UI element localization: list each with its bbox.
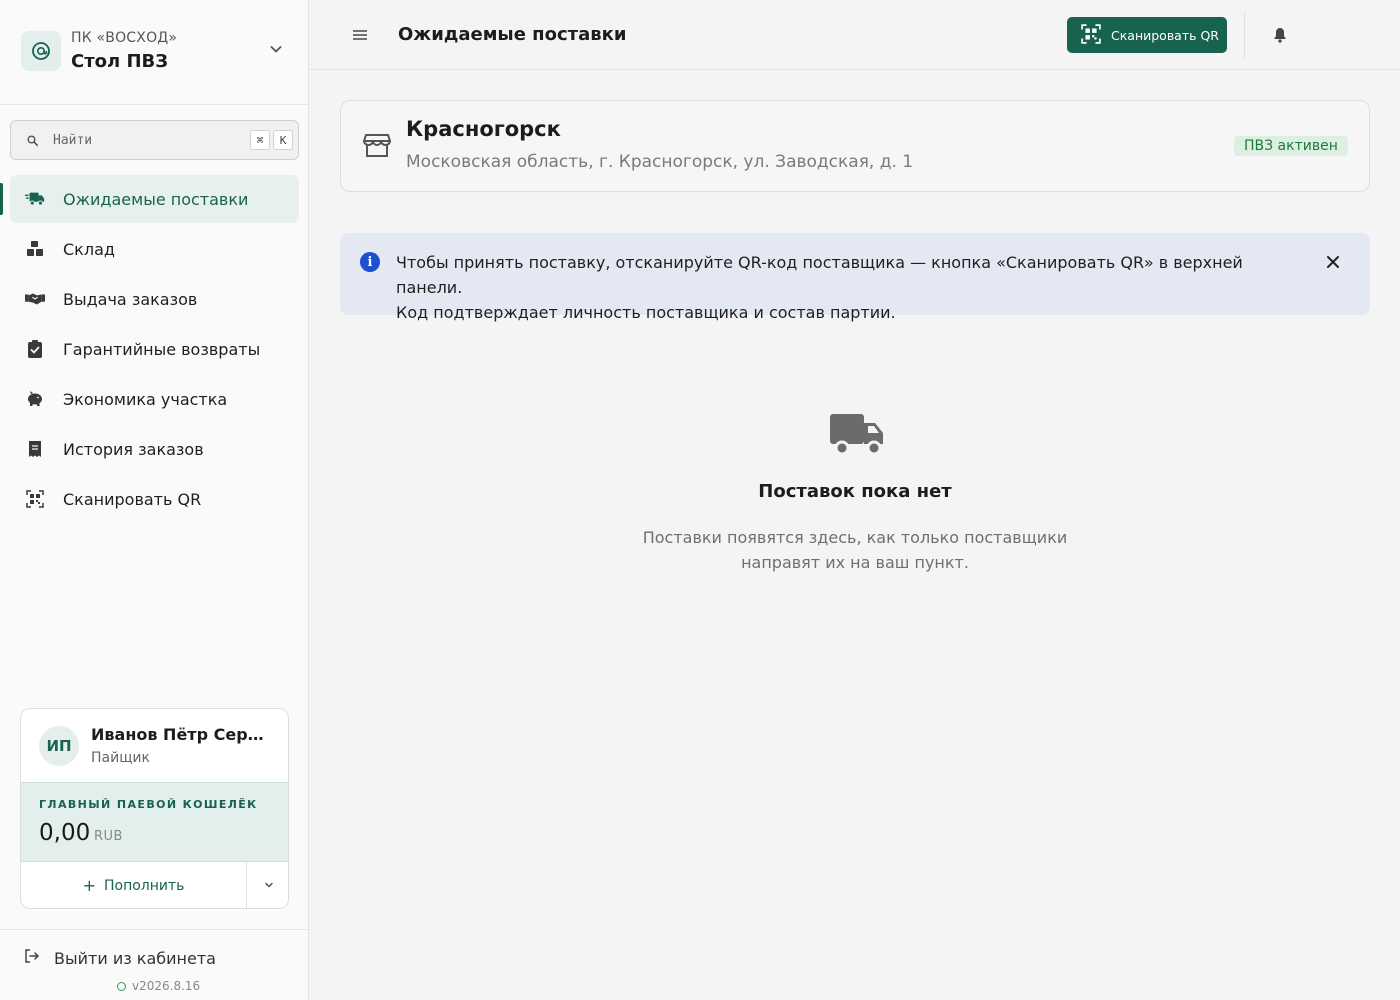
sidebar-item-label: Ожидаемые поставки	[63, 189, 249, 209]
status-badge: ПВЗ активен	[1234, 136, 1348, 156]
empty-state-title: Поставок пока нет	[758, 481, 952, 502]
location-address: Московская область, г. Красногорск, ул. …	[406, 152, 914, 172]
store-icon	[363, 131, 391, 159]
brand-switcher[interactable]: ПК «ВОСХОД» Стол ПВЗ	[0, 0, 308, 105]
qr-scan-icon	[1081, 23, 1101, 47]
shortcut-key: K	[273, 130, 293, 150]
topbar: Ожидаемые поставки Сканировать QR	[309, 0, 1400, 70]
search-box[interactable]: ⌘ K	[10, 120, 299, 160]
topup-label: Пополнить	[103, 877, 185, 894]
organization-name: ПК «ВОСХОД»	[71, 30, 178, 46]
user-card: ИП Иванов Пётр Сергеевич Пайщик ГЛАВНЫЙ …	[20, 708, 289, 909]
truck-icon	[828, 410, 888, 458]
sidebar-item-expected-deliveries[interactable]: Ожидаемые поставки	[0, 175, 299, 223]
sidebar-item-warranty-returns[interactable]: Гарантийные возвраты	[10, 325, 299, 373]
sidebar-footer: Выйти из кабинета v2026.8.16	[0, 929, 308, 1000]
sidebar-item-label: Гарантийные возвраты	[63, 339, 261, 359]
sidebar-item-warehouse[interactable]: Склад	[10, 225, 299, 273]
wallet-panel: ГЛАВНЫЙ ПАЕВОЙ КОШЕЛЁК 0,00 RUB	[21, 782, 288, 862]
topup-button[interactable]: + Пополнить	[21, 862, 246, 908]
avatar[interactable]: ИП	[39, 726, 79, 766]
sidebar-item-site-economics[interactable]: Экономика участка	[10, 375, 299, 423]
qr-scan-icon	[25, 489, 45, 509]
search-input[interactable]	[53, 129, 233, 151]
bell-icon[interactable]	[1270, 25, 1290, 45]
sidebar-item-order-history[interactable]: История заказов	[10, 425, 299, 473]
location-card: Красногорск Московская область, г. Красн…	[340, 100, 1370, 192]
shortcut-modifier-key: ⌘	[250, 130, 270, 150]
sidebar-item-label: Сканировать QR	[63, 489, 202, 509]
workspace-name: Стол ПВЗ	[71, 51, 169, 72]
info-message-line: Чтобы принять поставку, отсканируйте QR-…	[396, 253, 1243, 297]
app-version: v2026.8.16	[117, 979, 200, 993]
moon-icon[interactable]	[1326, 22, 1352, 48]
wallet-currency: RUB	[94, 829, 123, 844]
status-dot-icon	[117, 981, 126, 991]
piggy-bank-icon	[25, 389, 45, 409]
search-icon	[26, 133, 40, 147]
truck-fast-icon	[25, 189, 45, 209]
sidebar-item-label: Выдача заказов	[63, 289, 198, 309]
info-icon: i	[360, 252, 380, 272]
scan-qr-button[interactable]: Сканировать QR	[1067, 17, 1227, 53]
topup-options-button[interactable]	[246, 862, 288, 908]
chevron-down-icon[interactable]	[266, 39, 286, 59]
sidebar-item-label: Экономика участка	[63, 389, 228, 409]
menu-icon[interactable]	[350, 25, 370, 45]
sidebar-nav: Ожидаемые поставки Склад Выдача заказов …	[0, 175, 299, 525]
sidebar: ПК «ВОСХОД» Стол ПВЗ ⌘ K Ожидаемые поста…	[0, 0, 309, 1000]
toolbar-divider	[1244, 12, 1245, 58]
logout-label: Выйти из кабинета	[54, 948, 216, 968]
location-city: Красногорск	[406, 117, 561, 141]
info-message-line: Код подтверждает личность поставщика и с…	[396, 303, 896, 322]
clipboard-check-icon	[25, 339, 45, 359]
receipt-icon	[25, 439, 45, 459]
handshake-icon	[25, 289, 45, 309]
sidebar-item-order-pickup[interactable]: Выдача заказов	[10, 275, 299, 323]
page-title: Ожидаемые поставки	[398, 24, 627, 45]
sidebar-item-scan-qr[interactable]: Сканировать QR	[10, 475, 299, 523]
chevron-down-icon	[263, 876, 275, 895]
wallet-label: ГЛАВНЫЙ ПАЕВОЙ КОШЕЛЁК	[39, 798, 258, 811]
logout-icon	[24, 948, 40, 968]
user-role: Пайщик	[91, 750, 150, 766]
info-alert: i Чтобы принять поставку, отсканируйте Q…	[340, 233, 1370, 322]
boxes-icon	[25, 239, 45, 259]
scan-qr-label: Сканировать QR	[1111, 27, 1219, 43]
user-name: Иванов Пётр Сергеевич	[91, 725, 271, 744]
info-message: Чтобы принять поставку, отсканируйте QR-…	[396, 250, 1296, 325]
leaf-at-icon	[21, 31, 61, 71]
sidebar-item-label: Склад	[63, 239, 115, 259]
wallet-balance: 0,00	[39, 820, 91, 846]
version-text: v2026.8.16	[132, 979, 201, 993]
plus-icon: +	[82, 876, 96, 895]
sidebar-item-label: История заказов	[63, 439, 204, 459]
empty-state-description: Поставки появятся здесь, как только пост…	[642, 528, 1068, 572]
logout-button[interactable]: Выйти из кабинета	[24, 948, 216, 968]
close-icon[interactable]	[1322, 251, 1344, 273]
